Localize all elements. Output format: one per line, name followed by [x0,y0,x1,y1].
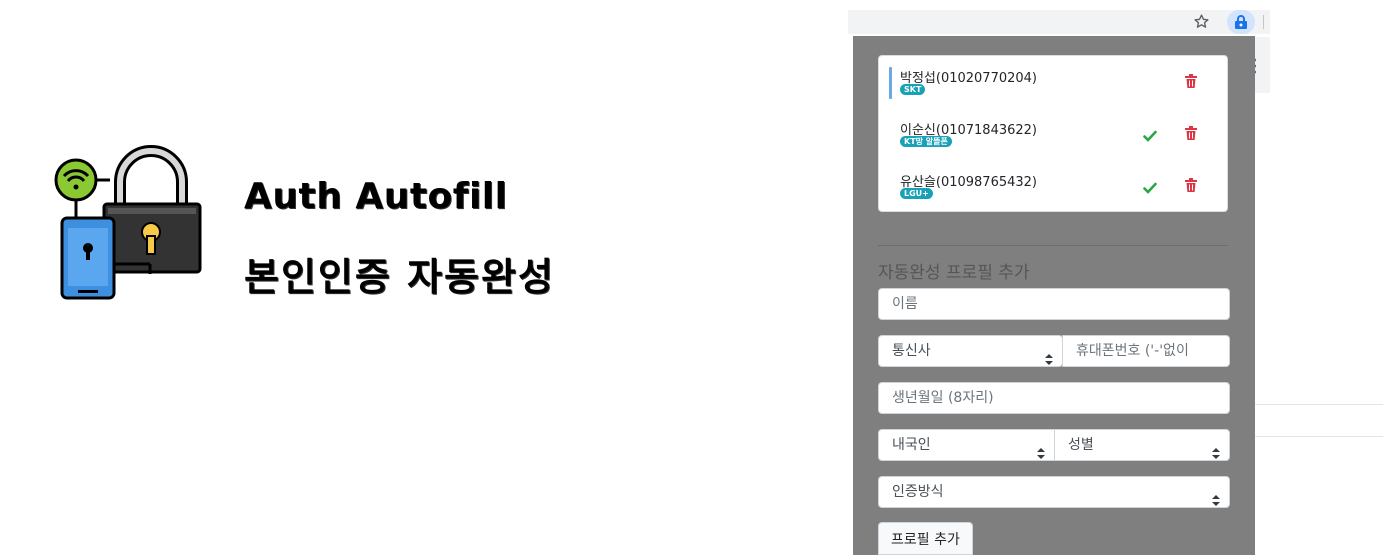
check-icon[interactable] [1143,127,1157,142]
profile-list: 박정섭(01020770204) SKT 이순신(01071843622) KT… [878,55,1228,212]
extension-popup: 박정섭(01020770204) SKT 이순신(01071843622) KT… [853,36,1255,555]
select-caret-icon [1212,487,1220,506]
section-divider [878,245,1228,246]
carrier-badge: SKT [900,84,926,95]
gender-select-value: 성별 [1068,437,1094,453]
trash-icon[interactable] [1185,73,1197,88]
add-profile-button[interactable]: 프로필 추가 [878,522,973,555]
profile-item[interactable]: 이순신(01071843622) KT망 알뜰폰 [879,119,1229,163]
background-divider [1255,404,1383,405]
carrier-badge: LGU+ [900,188,933,199]
profile-item[interactable]: 박정섭(01020770204) SKT [879,67,1229,111]
select-caret-icon [1037,440,1045,459]
lock-and-phone-wifi-icon [50,140,210,300]
select-caret-icon [1045,346,1053,365]
select-caret-icon [1212,440,1220,459]
nationality-select[interactable]: 내국인 [878,429,1055,461]
carrier-badge: KT망 알뜰폰 [900,136,952,147]
carrier-select[interactable]: 통신사 [878,335,1063,367]
auth-method-select-value: 인증방식 [892,484,944,500]
trash-icon[interactable] [1185,125,1197,140]
phone-input[interactable] [1062,335,1230,367]
page-header-strip [1255,37,1270,93]
app-title: Auth Autofill [244,176,508,217]
auth-method-select[interactable]: 인증방식 [878,476,1230,508]
add-profile-heading: 자동완성 프로필 추가 [878,263,1030,283]
profile-item[interactable]: 유산슬(01098765432) LGU+ [879,171,1229,215]
bookmark-star-icon[interactable] [1193,13,1210,30]
carrier-select-value: 통신사 [892,343,931,359]
name-input[interactable] [878,288,1230,320]
birthdate-input[interactable] [878,382,1230,414]
check-icon[interactable] [1143,179,1157,194]
nationality-select-value: 내국인 [892,437,931,453]
gender-select[interactable]: 성별 [1054,429,1230,461]
extension-icon[interactable] [1227,10,1255,34]
background-divider [1255,436,1383,437]
trash-icon[interactable] [1185,177,1197,192]
toolbar-divider [1263,15,1264,29]
app-subtitle: 본인인증 자동완성 [244,255,555,299]
